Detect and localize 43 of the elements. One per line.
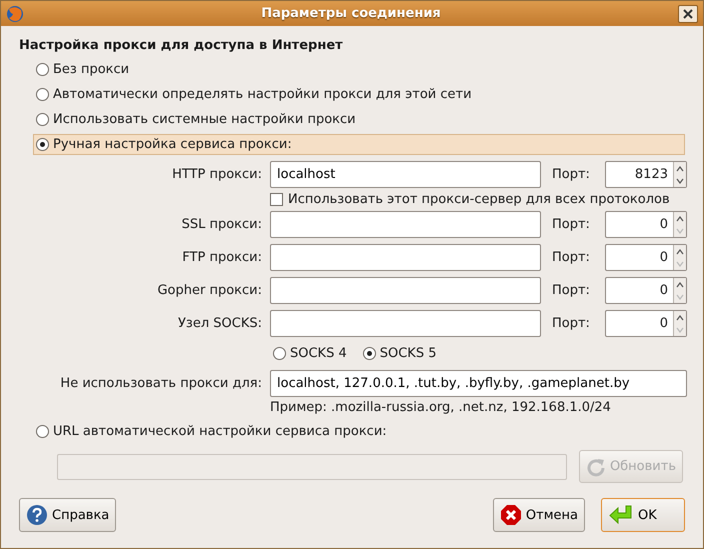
close-icon bbox=[683, 8, 693, 18]
dialog-button[interactable]: Справка bbox=[19, 498, 116, 532]
input-field[interactable] bbox=[270, 211, 541, 238]
field-label: HTTP прокси: bbox=[171, 167, 262, 182]
field-label: Порт: bbox=[551, 167, 591, 182]
port-spinner[interactable]: 0 bbox=[605, 277, 687, 304]
reload-icon bbox=[586, 456, 606, 476]
radio-option[interactable]: Без прокси bbox=[33, 59, 685, 80]
field-label: Не использовать прокси для: bbox=[59, 376, 262, 391]
input-field[interactable] bbox=[270, 244, 541, 271]
section-heading: Настройка прокси для доступа в Интернет bbox=[19, 38, 344, 53]
radio-option[interactable]: SOCKS 4 bbox=[270, 343, 348, 364]
field-label: SSL прокси: bbox=[180, 217, 262, 232]
globe-icon bbox=[6, 4, 24, 22]
checkbox-option[interactable]: Использовать этот прокси-сервер для всех протоколов bbox=[270, 192, 687, 207]
field-label: Gopher прокси: bbox=[156, 283, 262, 298]
field-label: Порт: bbox=[551, 283, 591, 298]
enter-arrow-icon bbox=[608, 504, 634, 526]
field-label: FTP прокси: bbox=[181, 250, 262, 265]
input-field[interactable]: localhost, 127.0.0.1, .tut.by, .byfly.by, .gameplanet.by bbox=[270, 370, 687, 397]
field-label: Узел SOCKS: bbox=[177, 316, 262, 331]
radio-option[interactable]: Автоматически определять настройки прокси для этой сети bbox=[33, 84, 685, 105]
input-field[interactable] bbox=[270, 277, 541, 304]
help-icon bbox=[26, 504, 48, 526]
dialog-button[interactable]: Отмена bbox=[492, 498, 585, 532]
field-label: Порт: bbox=[551, 217, 591, 232]
close-button[interactable] bbox=[678, 4, 698, 22]
window-title: Параметры соединения bbox=[260, 6, 442, 21]
radio-option[interactable]: URL автоматической настройки сервиса прокси: bbox=[33, 421, 685, 442]
port-spinner[interactable]: 8123 bbox=[605, 161, 687, 188]
hint-text: Пример: .mozilla-russia.org, .net.nz, 192.168.1.0/24 bbox=[270, 400, 612, 415]
dialog-button[interactable]: OK bbox=[601, 498, 685, 532]
port-spinner[interactable]: 0 bbox=[605, 244, 687, 271]
input-field[interactable]: localhost bbox=[270, 161, 541, 188]
radio-option[interactable]: Использовать системные настройки прокси bbox=[33, 109, 685, 130]
field-label: Порт: bbox=[551, 316, 591, 331]
port-spinner[interactable]: 0 bbox=[605, 211, 687, 238]
radio-option[interactable]: SOCKS 5 bbox=[360, 343, 438, 364]
radio-option[interactable]: Ручная настройка сервиса прокси: bbox=[33, 134, 685, 155]
port-spinner[interactable]: 0 bbox=[605, 310, 687, 337]
field-label: Порт: bbox=[551, 250, 591, 265]
input-field[interactable] bbox=[270, 310, 541, 337]
cancel-icon bbox=[500, 504, 522, 526]
